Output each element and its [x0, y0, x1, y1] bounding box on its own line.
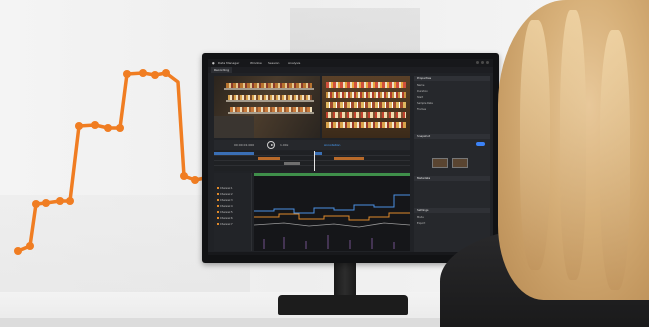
step-point [104, 124, 112, 132]
step-point [116, 124, 124, 132]
snapshot-thumbnail[interactable] [452, 158, 468, 168]
panel-row: Frames [417, 108, 427, 111]
step-point [139, 69, 147, 77]
app-titlebar: ● Data Manager Window Session Analysis [208, 59, 493, 67]
shelf-products [228, 95, 312, 100]
channel-item[interactable]: Channel 7 [217, 223, 249, 227]
orange-step-points [14, 69, 199, 255]
step-point [91, 121, 99, 129]
plot-series-gray [254, 222, 410, 228]
timecode: 00:00:01:000 [234, 143, 255, 147]
channel-item[interactable]: Channel 3 [217, 199, 249, 203]
tab-recording-label: Recording [214, 68, 230, 72]
step-point [26, 242, 34, 250]
step-point [180, 172, 188, 180]
minimize-icon[interactable] [476, 61, 479, 64]
plot-baseline-spikes [263, 235, 395, 249]
step-point [75, 122, 83, 130]
orange-step-line [16, 71, 207, 253]
step-point [151, 71, 159, 79]
monitor-stand-neck [334, 262, 356, 298]
panel-row: Export [417, 222, 426, 225]
channel-item[interactable]: Channel 6 [217, 217, 249, 221]
step-point [14, 247, 22, 255]
properties-panel: Properties Name Duration Start Sample Ra… [414, 76, 490, 252]
channel-item[interactable]: Channel 2 [217, 193, 249, 197]
monitor-screen: ● Data Manager Window Session Analysis R… [208, 59, 493, 255]
step-point [66, 197, 74, 205]
hair-strand [520, 20, 550, 270]
panel-row: Name [417, 84, 425, 87]
step-point [162, 69, 170, 77]
panel-header-properties[interactable]: Properties [414, 76, 490, 81]
panel-row: Duration [417, 90, 428, 93]
floor-area [214, 116, 254, 138]
panel-row: Start [417, 96, 424, 99]
close-icon[interactable] [486, 61, 489, 64]
timeline[interactable] [214, 151, 410, 171]
timeline-segment[interactable] [258, 157, 280, 160]
shelf-line [224, 88, 314, 90]
hair-strand [560, 10, 586, 280]
panel-row: Mode [417, 216, 424, 219]
shelf-products [326, 92, 406, 98]
hair-strand [600, 30, 630, 290]
signal-plot[interactable] [254, 173, 410, 251]
plot-series-blue [254, 194, 410, 214]
panel-header-metadata[interactable]: Metadata [414, 176, 490, 181]
tab-recording[interactable]: Recording [211, 67, 233, 73]
snapshot-toggle[interactable] [476, 142, 485, 146]
speed-label[interactable]: 1.00x [280, 140, 288, 150]
plot-lines [254, 194, 410, 249]
annotation-label[interactable]: Annotation [324, 140, 340, 150]
app-window-title: Data Manager [218, 61, 240, 65]
timeline-segment[interactable] [334, 157, 364, 160]
monitor-stand-base [278, 295, 408, 315]
monitor: ● Data Manager Window Session Analysis R… [202, 53, 499, 263]
transport-bar: 00:00:01:000 1.00x Annotation [214, 140, 410, 150]
menu-window[interactable]: Window [250, 59, 262, 67]
menu-session[interactable]: Session [268, 59, 279, 67]
panel-header-snapshot[interactable]: Snapshot [414, 134, 490, 139]
plot-series-orange [254, 212, 410, 221]
shelf-products [226, 83, 312, 88]
channel-item[interactable]: Channel 1 [217, 187, 249, 191]
step-point [191, 176, 199, 184]
photo-scene: ● Data Manager Window Session Analysis R… [0, 0, 649, 327]
panel-header-settings[interactable]: Settings [414, 208, 490, 213]
shelf-products [230, 107, 312, 112]
playhead[interactable] [314, 151, 315, 171]
shelf-products [326, 122, 406, 128]
app-logo-icon: ● [212, 61, 215, 65]
maximize-icon[interactable] [481, 61, 484, 64]
timeline-segment[interactable] [214, 152, 254, 155]
play-button[interactable] [267, 141, 275, 149]
timeline-segment[interactable] [284, 162, 300, 165]
panel-row: Sample Rate [417, 102, 433, 105]
step-point [42, 199, 50, 207]
channel-list: Channel 1 Channel 2 Channel 3 Channel 4 … [214, 173, 252, 251]
channel-item[interactable]: Channel 4 [217, 205, 249, 209]
shelf-line [226, 100, 314, 102]
timeline-segment[interactable] [314, 152, 322, 155]
channel-item[interactable]: Channel 5 [217, 211, 249, 215]
step-point [123, 70, 131, 78]
video-feed-right[interactable] [322, 76, 410, 138]
shelf-products [326, 102, 406, 108]
menu-analysis[interactable]: Analysis [288, 59, 300, 67]
step-point [32, 200, 40, 208]
snapshot-thumbnail[interactable] [432, 158, 448, 168]
status-bar [208, 252, 493, 255]
video-feed-left[interactable] [214, 76, 320, 138]
shelf-products [326, 82, 406, 88]
shelf-products [326, 112, 406, 118]
timeline-row [214, 161, 410, 166]
shelf-line [228, 112, 314, 114]
step-point [56, 197, 64, 205]
tab-strip: Recording [208, 67, 493, 73]
